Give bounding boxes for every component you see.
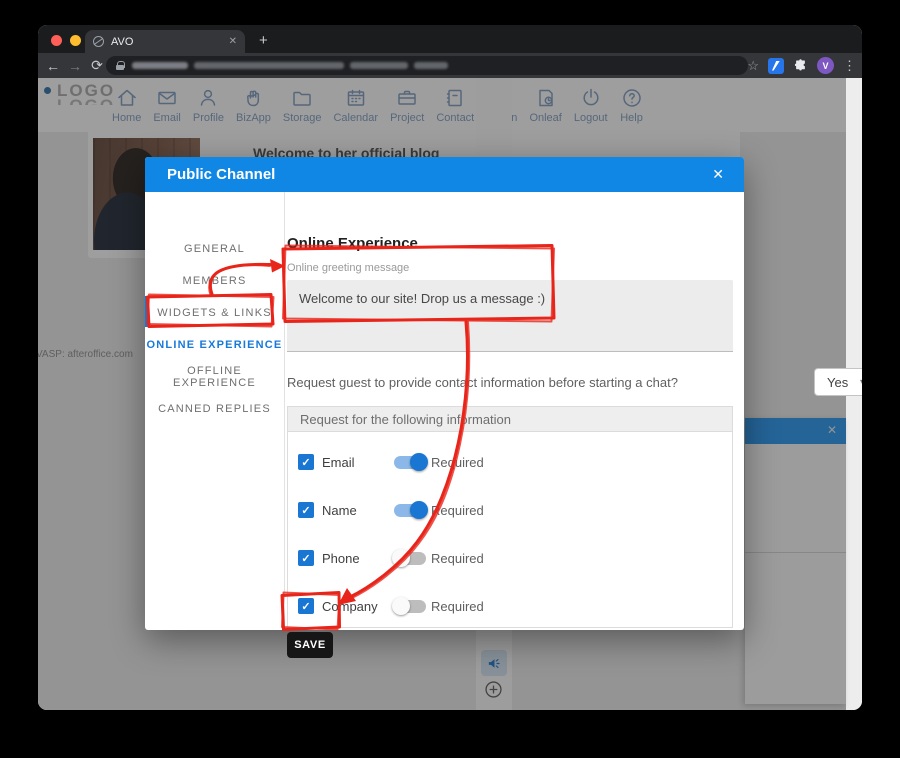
- tab-canned-replies[interactable]: CANNED REPLIES: [145, 393, 284, 425]
- dropdown-value: Yes: [827, 375, 860, 390]
- menu-dots-icon[interactable]: ⋮: [843, 58, 856, 74]
- toggle-thumb: [410, 453, 428, 471]
- field-row-phone: ✓ Phone Required: [288, 534, 732, 582]
- dialog-tab-list: GENERAL MEMBERS WIDGETS & LINKS ONLINE E…: [145, 192, 285, 630]
- phone-required-toggle[interactable]: [394, 552, 426, 565]
- dialog-body: Online Experience Online greeting messag…: [285, 192, 744, 630]
- request-info-form: ✓ Email Required ✓ Name Required ✓ Phone: [287, 432, 733, 628]
- back-button[interactable]: ←: [42, 58, 64, 74]
- email-checkbox[interactable]: ✓: [298, 454, 314, 470]
- tab-general[interactable]: GENERAL: [145, 233, 284, 265]
- contact-info-dropdown[interactable]: Yes ▾: [814, 368, 862, 396]
- browser-tab[interactable]: AVO ✕: [85, 30, 245, 53]
- tab-widgets-links[interactable]: WIDGETS & LINKS: [145, 297, 284, 329]
- field-row-company: ✓ Company Required: [288, 582, 732, 630]
- tab-offline-experience[interactable]: OFFLINE EXPERIENCE: [145, 361, 284, 393]
- request-info-section-header: Request for the following information: [287, 406, 733, 432]
- tab-close-icon[interactable]: ✕: [229, 36, 237, 47]
- browser-window: AVO ✕ + ← → ⟳ ☆ V ⋮ LOGO LOGO: [38, 25, 862, 710]
- redacted-url-segment: [194, 62, 344, 69]
- toggle-thumb: [392, 597, 410, 615]
- required-label: Required: [431, 455, 484, 470]
- bookmark-star-icon[interactable]: ☆: [747, 58, 759, 74]
- close-window-button[interactable]: [51, 35, 62, 46]
- dialog-title: Public Channel: [167, 166, 275, 183]
- public-channel-dialog: Public Channel ✕ GENERAL MEMBERS WIDGETS…: [145, 157, 744, 630]
- field-label: Company: [322, 599, 394, 614]
- profile-avatar[interactable]: V: [817, 57, 834, 74]
- company-checkbox[interactable]: ✓: [298, 598, 314, 614]
- name-checkbox[interactable]: ✓: [298, 502, 314, 518]
- reload-button[interactable]: ⟳: [86, 57, 108, 74]
- browser-toolbar: ← → ⟳ ☆ V ⋮: [38, 53, 862, 78]
- field-label: Name: [322, 503, 394, 518]
- active-tab-indicator: [145, 296, 149, 327]
- dialog-close-icon[interactable]: ✕: [712, 166, 724, 183]
- contact-info-question: Request guest to provide contact informa…: [287, 375, 678, 390]
- phone-checkbox[interactable]: ✓: [298, 550, 314, 566]
- field-label: Email: [322, 455, 394, 470]
- company-required-toggle[interactable]: [394, 600, 426, 613]
- field-row-name: ✓ Name Required: [288, 486, 732, 534]
- tab-title: AVO: [111, 36, 229, 48]
- blue-extension-icon[interactable]: [768, 58, 784, 74]
- page-viewport: LOGO LOGO Home Email Profile BizApp: [38, 78, 862, 710]
- toggle-thumb: [410, 501, 428, 519]
- greeting-message-input[interactable]: Welcome to our site! Drop us a message :…: [287, 280, 733, 352]
- email-required-toggle[interactable]: [394, 456, 426, 469]
- new-tab-button[interactable]: +: [259, 31, 268, 51]
- forward-button[interactable]: →: [64, 58, 86, 74]
- dialog-header: Public Channel ✕: [145, 157, 744, 192]
- toggle-thumb: [392, 549, 410, 567]
- minimize-window-button[interactable]: [70, 35, 81, 46]
- tab-favicon-icon: [93, 36, 104, 47]
- redacted-url-segment: [132, 62, 188, 69]
- name-required-toggle[interactable]: [394, 504, 426, 517]
- tab-online-experience[interactable]: ONLINE EXPERIENCE: [145, 329, 284, 361]
- required-label: Required: [431, 599, 484, 614]
- redacted-url-segment: [414, 62, 448, 69]
- greeting-message-label: Online greeting message: [287, 262, 409, 274]
- field-row-email: ✓ Email Required: [288, 438, 732, 486]
- tab-members[interactable]: MEMBERS: [145, 265, 284, 297]
- tab-strip: AVO ✕ +: [38, 25, 862, 53]
- section-heading: Online Experience: [287, 235, 418, 252]
- address-bar[interactable]: [106, 56, 748, 75]
- extensions-puzzle-icon[interactable]: [793, 58, 808, 73]
- required-label: Required: [431, 503, 484, 518]
- field-label: Phone: [322, 551, 394, 566]
- chevron-down-icon: ▾: [860, 377, 862, 388]
- lock-icon: [116, 61, 124, 70]
- required-label: Required: [431, 551, 484, 566]
- redacted-url-segment: [350, 62, 408, 69]
- save-button[interactable]: SAVE: [287, 632, 333, 658]
